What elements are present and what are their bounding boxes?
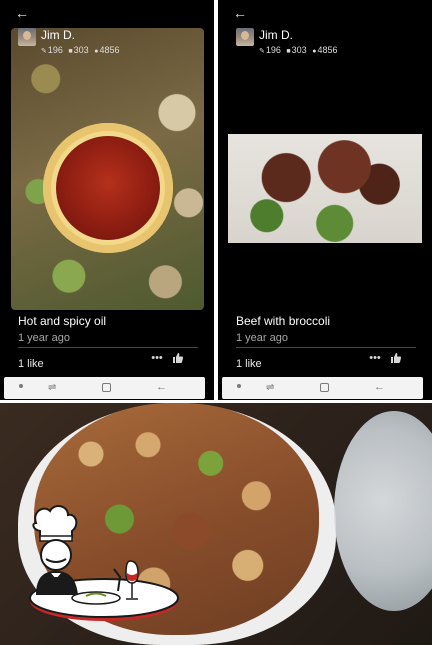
reviews-icon: ✎ xyxy=(259,48,265,55)
photos-icon: ■ xyxy=(68,48,73,55)
hot-spicy-oil-photo[interactable] xyxy=(11,28,204,310)
post-time: 1 year ago xyxy=(236,332,288,344)
nav-dot-icon[interactable] xyxy=(237,384,241,388)
nav-back-icon[interactable]: ← xyxy=(374,381,385,393)
divider xyxy=(18,347,198,348)
left-post-panel: ← Jim D. ✎196 ■303 ●4856 Hot and spicy o… xyxy=(0,0,214,400)
home-icon[interactable] xyxy=(102,383,111,392)
photos-count: 303 xyxy=(291,45,307,55)
thumbs-up-icon[interactable] xyxy=(390,352,402,364)
reviews-icon: ✎ xyxy=(41,48,47,55)
beef-broccoli-photo[interactable] xyxy=(228,134,422,243)
chili-oil xyxy=(56,136,160,240)
more-options-icon[interactable]: ••• xyxy=(151,352,163,364)
photos-icon: ■ xyxy=(286,48,291,55)
avatar[interactable] xyxy=(18,28,36,46)
back-arrow-icon[interactable]: ← xyxy=(14,5,30,21)
plastic-container xyxy=(334,411,432,611)
username[interactable]: Jim D. xyxy=(259,28,293,42)
points-count: 4856 xyxy=(99,45,120,55)
recent-apps-icon[interactable]: ⇌ xyxy=(48,382,56,393)
restaurant-chef-logo-icon xyxy=(29,505,179,621)
points-icon: ● xyxy=(312,48,317,55)
system-nav-bar: ⇌ ← xyxy=(222,377,423,399)
post-time: 1 year ago xyxy=(18,332,70,344)
home-icon[interactable] xyxy=(320,383,329,392)
points-count: 4856 xyxy=(317,45,338,55)
points-icon: ● xyxy=(94,48,99,55)
likes-count[interactable]: 1 like xyxy=(18,358,44,370)
system-nav-bar: ⇌ ← xyxy=(4,377,205,399)
username[interactable]: Jim D. xyxy=(41,28,75,42)
reviews-count: 196 xyxy=(265,45,281,55)
post-title: Beef with broccoli xyxy=(236,314,331,328)
post-title: Hot and spicy oil xyxy=(18,314,107,328)
likes-count[interactable]: 1 like xyxy=(236,358,262,370)
right-post-panel: ← Jim D. ✎196 ■303 ●4856 Beef with brocc… xyxy=(218,0,432,400)
reviews-count: 196 xyxy=(47,45,63,55)
more-options-icon[interactable]: ••• xyxy=(369,352,381,364)
thumbs-up-icon[interactable] xyxy=(172,352,184,364)
user-stats: ✎196 ■303 ●4856 xyxy=(41,45,122,55)
photos-count: 303 xyxy=(73,45,89,55)
divider xyxy=(236,347,416,348)
nav-dot-icon[interactable] xyxy=(19,384,23,388)
nav-back-icon[interactable]: ← xyxy=(156,381,167,393)
recent-apps-icon[interactable]: ⇌ xyxy=(266,382,274,393)
back-arrow-icon[interactable]: ← xyxy=(232,5,248,21)
avatar[interactable] xyxy=(236,28,254,46)
user-stats: ✎196 ■303 ●4856 xyxy=(259,45,340,55)
